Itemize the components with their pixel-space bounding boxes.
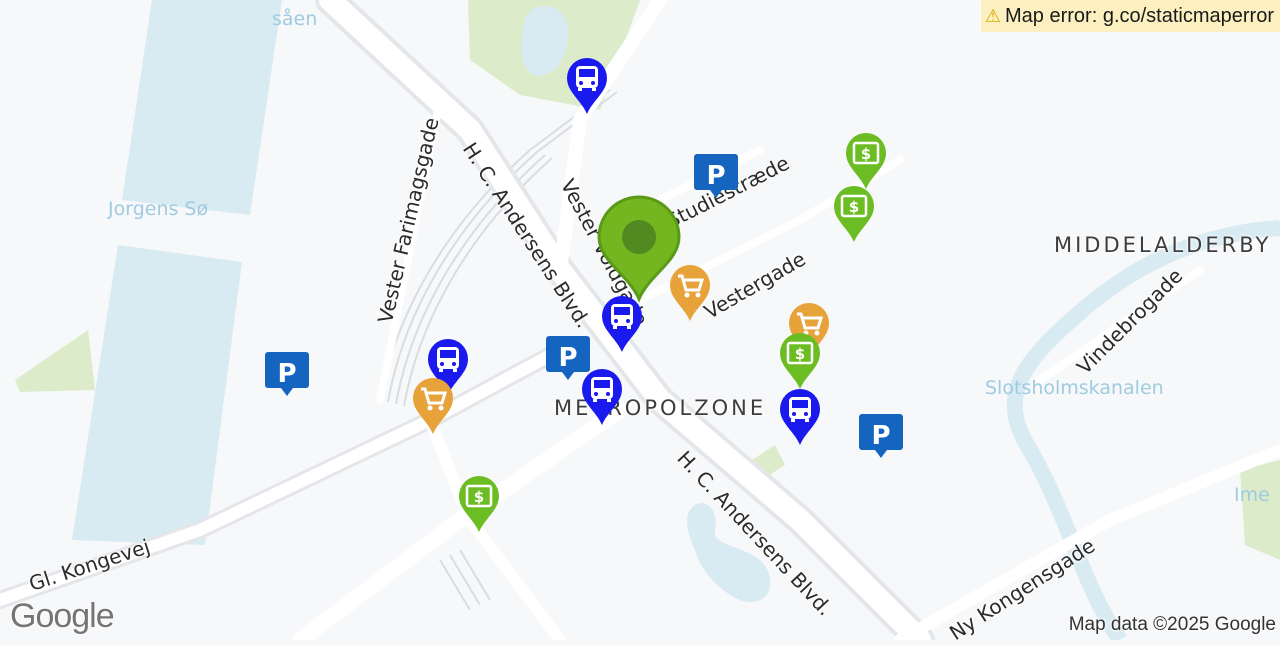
money-icon: $ <box>834 186 874 242</box>
google-logo: Google <box>10 597 115 635</box>
svg-text:P: P <box>706 161 725 191</box>
shopping-cart-icon <box>670 265 710 321</box>
parking-marker[interactable]: P <box>692 152 740 212</box>
money-icon: $ <box>846 133 886 189</box>
money-marker[interactable]: $ <box>830 184 878 244</box>
parking-icon: P <box>859 414 903 458</box>
bus-stop-marker[interactable] <box>776 387 824 447</box>
parking-marker[interactable]: P <box>544 334 592 394</box>
map-error-text: Map error: g.co/staticmaperror <box>1005 4 1274 27</box>
water-label-holmen: Ime <box>1234 484 1270 506</box>
bus-stop-marker[interactable] <box>563 56 611 116</box>
water-label-jorgens-so: Jorgens Sø <box>108 198 209 220</box>
district-label-middelalderby: MIDDELALDERBY <box>1054 233 1272 257</box>
svg-text:P: P <box>277 359 296 389</box>
park-right <box>1240 460 1280 560</box>
svg-text:P: P <box>558 343 577 373</box>
warning-icon: ⚠ <box>984 5 1002 26</box>
svg-text:P: P <box>871 421 890 451</box>
money-marker[interactable]: $ <box>455 474 503 534</box>
svg-text:$: $ <box>795 345 805 363</box>
bus-stop-marker[interactable] <box>598 294 646 354</box>
water-label-slotsholmskanalen: Slotsholmskanalen <box>985 377 1164 399</box>
parking-marker[interactable]: P <box>263 350 311 410</box>
svg-text:$: $ <box>474 488 484 506</box>
parking-icon: P <box>694 154 738 198</box>
money-marker[interactable]: $ <box>776 331 824 391</box>
money-icon: $ <box>459 476 499 532</box>
money-icon: $ <box>780 333 820 389</box>
money-marker[interactable]: $ <box>842 131 890 191</box>
water-label-sortedams: såen <box>272 8 318 30</box>
shopping-marker[interactable] <box>666 263 714 323</box>
bus-icon <box>780 389 820 445</box>
bus-icon <box>567 58 607 114</box>
shopping-marker[interactable] <box>409 376 457 436</box>
park-left <box>15 330 95 392</box>
map-error-banner[interactable]: ⚠ Map error: g.co/staticmaperror <box>980 0 1280 32</box>
shopping-cart-icon <box>413 378 453 434</box>
svg-text:$: $ <box>861 145 871 163</box>
lake-lower <box>72 245 242 545</box>
lake-upper <box>122 0 282 215</box>
parking-icon: P <box>546 336 590 380</box>
parking-icon: P <box>265 352 309 396</box>
parking-marker[interactable]: P <box>857 412 905 472</box>
bus-icon <box>602 296 642 352</box>
svg-text:$: $ <box>849 198 859 216</box>
map-attribution: Map data ©2025 Google <box>1068 614 1276 635</box>
